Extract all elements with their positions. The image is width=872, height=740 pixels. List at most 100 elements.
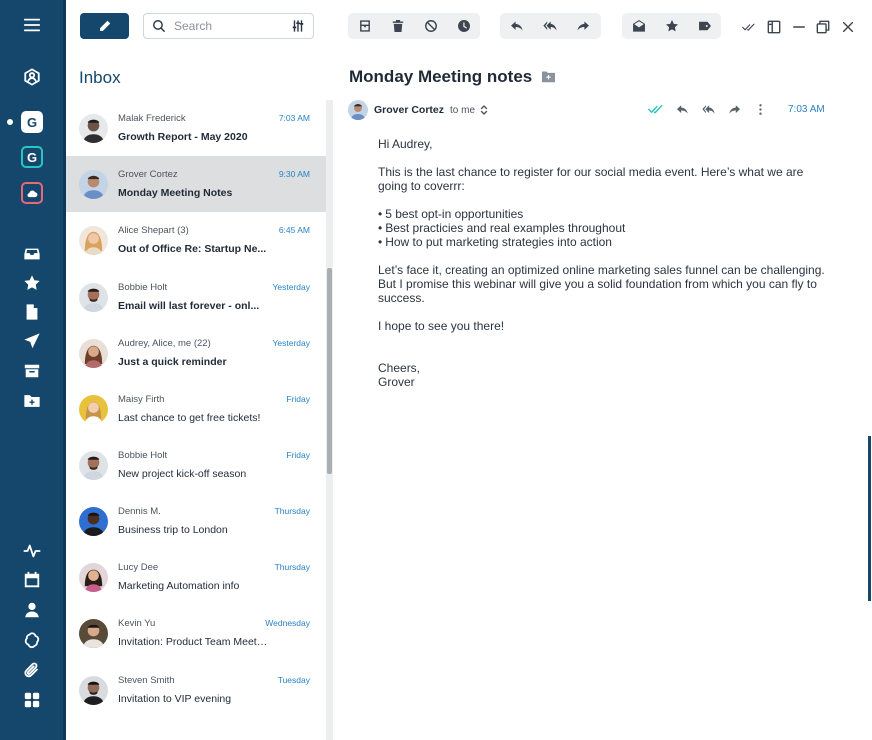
avatar [79, 283, 108, 312]
read-receipt-icon [643, 101, 669, 117]
archive-button[interactable] [348, 13, 381, 39]
account-cloud[interactable] [21, 182, 43, 204]
message-list-item[interactable]: Lucy Dee Thursday Marketing Automation i… [66, 549, 326, 605]
reply-all-button[interactable] [533, 13, 566, 39]
recipients-toggle[interactable]: to me [450, 104, 488, 116]
delete-button[interactable] [381, 13, 414, 39]
sender-name: Bobbie Holt [118, 450, 168, 461]
message-list-item[interactable]: Alice Shepart (3) 6:45 AM Out of Office … [66, 212, 326, 268]
block-icon [424, 20, 437, 32]
activity-icon[interactable] [19, 538, 45, 564]
double-check-icon[interactable] [741, 19, 757, 35]
compose-button[interactable] [80, 13, 129, 39]
calendar-icon[interactable] [19, 567, 45, 593]
apps-grid-icon[interactable] [19, 687, 45, 713]
avatar [79, 676, 108, 705]
message-list-scroll-thumb[interactable] [327, 268, 332, 474]
message-bullet: 5 best opt-in opportunities [378, 207, 828, 221]
reply-icon [510, 21, 523, 31]
sender-name: Steven Smith [118, 675, 175, 686]
received-time: Tuesday [277, 675, 310, 685]
subject-line: Last chance to get free tickets! [118, 412, 261, 424]
spam-button[interactable] [414, 13, 447, 39]
sender-name: Audrey, Alice, me (22) [118, 338, 211, 349]
contacts-hexagon-icon[interactable] [19, 64, 45, 90]
message-list-item-selected[interactable]: Grover Cortez 9:30 AM Monday Meeting Not… [66, 156, 326, 212]
attachment-icon[interactable] [19, 657, 45, 683]
subject-line: Invitation to VIP evening [118, 693, 232, 705]
reply-button[interactable] [500, 13, 533, 39]
sender-name: Grover Cortez [118, 169, 178, 180]
subject-line: Marketing Automation info [118, 580, 240, 592]
message-title: Monday Meeting notes [349, 67, 533, 86]
message-list-item[interactable]: Bobbie Holt Yesterday Email will last fo… [66, 269, 326, 325]
user-icon[interactable] [19, 597, 45, 623]
active-account-indicator [7, 119, 13, 125]
search-icon [153, 20, 166, 33]
archive-icon[interactable] [19, 358, 45, 384]
mark-read-button[interactable] [622, 13, 655, 39]
forward-button[interactable] [566, 13, 599, 39]
forward-inline-button[interactable] [721, 101, 747, 117]
message-list-item[interactable]: Audrey, Alice, me (22) Yesterday Just a … [66, 325, 326, 381]
sender-name: Kevin Yu [118, 618, 156, 629]
star-toolbar-icon [665, 20, 678, 32]
document-icon[interactable] [19, 299, 45, 325]
filter-sliders-icon[interactable] [291, 19, 305, 33]
received-time: 9:30 AM [278, 169, 310, 179]
message-list-item[interactable]: Bobbie Holt Friday New project kick-off … [66, 437, 326, 493]
avatar [79, 170, 108, 199]
avatar [79, 226, 108, 255]
message-list-item[interactable]: Steven Smith Tuesday Invitation to VIP e… [66, 662, 326, 718]
clock-icon [457, 20, 470, 32]
avatar [79, 339, 108, 368]
close-icon[interactable] [840, 19, 856, 35]
more-vertical-icon [758, 103, 762, 115]
avatar [79, 451, 108, 480]
ai-assistant-icon[interactable] [19, 627, 45, 653]
reply-all-icon [701, 104, 715, 114]
message-pane-scrollbar[interactable] [868, 436, 871, 601]
more-options-button[interactable] [747, 101, 773, 117]
mark-actions-group [622, 13, 721, 39]
minimize-icon[interactable] [791, 19, 807, 35]
star-icon[interactable] [19, 270, 45, 296]
send-icon[interactable] [19, 328, 45, 354]
account-gmail-secondary[interactable]: G [21, 146, 43, 168]
label-button[interactable] [688, 13, 721, 39]
sender-name: Alice Shepart (3) [118, 225, 189, 236]
avatar [79, 114, 108, 143]
sidebar-toggle-icon[interactable] [766, 19, 782, 35]
message-list-item[interactable]: Kevin Yu Wednesday Invitation: Product T… [66, 605, 326, 661]
received-time: Yesterday [272, 338, 311, 348]
folder-add-icon[interactable] [19, 388, 45, 414]
received-time: Friday [286, 450, 310, 460]
reply-all-inline-button[interactable] [695, 101, 721, 117]
expand-updown-icon [480, 105, 488, 115]
search-input[interactable] [174, 19, 284, 33]
received-time: Friday [286, 394, 310, 404]
message-greeting: Hi Audrey, [378, 137, 433, 151]
avatar [79, 619, 108, 648]
snooze-button[interactable] [447, 13, 480, 39]
search-box [143, 13, 314, 39]
envelope-open-icon [632, 20, 645, 32]
message-list-item[interactable]: Maisy Firth Friday Last chance to get fr… [66, 381, 326, 437]
sender-name: Dennis M. [118, 506, 161, 517]
pencil-icon [99, 20, 110, 31]
restore-window-icon[interactable] [815, 19, 831, 35]
message-list-item[interactable]: Malak Frederick 7:03 AM Growth Report - … [66, 100, 326, 156]
message-bullet-list: 5 best opt-in opportunities Best practic… [378, 207, 828, 249]
message-list-item[interactable]: Dennis M. Thursday Business trip to Lond… [66, 493, 326, 549]
reply-inline-button[interactable] [669, 101, 695, 117]
inbox-tray-icon[interactable] [19, 241, 45, 267]
subject-line: Growth Report - May 2020 [118, 131, 248, 143]
message-paragraph: This is the last chance to register for … [378, 165, 804, 193]
hamburger-menu-icon[interactable] [19, 12, 45, 38]
move-to-folder-icon[interactable] [541, 70, 557, 84]
reply-all-icon [542, 21, 557, 31]
star-button[interactable] [655, 13, 688, 39]
subject-line: Monday Meeting Notes [118, 187, 233, 199]
avatar [79, 507, 108, 536]
account-gmail-active[interactable]: G [21, 111, 43, 133]
